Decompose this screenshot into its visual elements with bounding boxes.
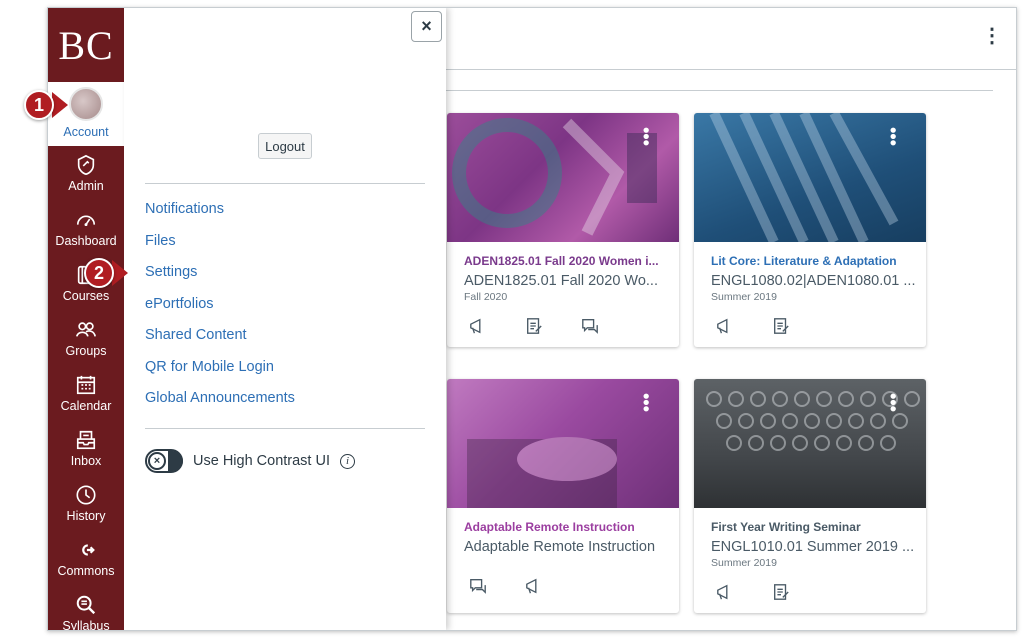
nav-item-groups[interactable]: Groups <box>48 311 124 366</box>
admin-icon <box>77 154 95 176</box>
card-title[interactable]: First Year Writing Seminar <box>711 520 926 534</box>
toggle-track <box>168 451 183 471</box>
announcements-icon[interactable] <box>716 317 734 335</box>
nav-label: Syllabus <box>62 619 110 631</box>
card-options-icon[interactable]: ••• <box>883 127 903 146</box>
logout-button[interactable]: Logout <box>258 133 312 159</box>
close-tray-button[interactable]: × <box>411 11 442 42</box>
dashboard-icon <box>76 215 96 227</box>
callout-pointer <box>52 92 68 118</box>
announcements-icon[interactable] <box>525 577 543 595</box>
groups-icon <box>76 322 96 337</box>
card-code: ENGL1010.01 Summer 2019 ... <box>711 539 915 555</box>
divider <box>145 183 425 184</box>
link-qr-mobile-login[interactable]: QR for Mobile Login <box>145 359 295 391</box>
card-hero-image: ••• <box>447 113 679 242</box>
card-title[interactable]: ADEN1825.01 Fall 2020 Women i... <box>464 254 679 268</box>
course-card[interactable]: ••• Lit Core: Literature & Adaptation EN… <box>694 113 926 347</box>
nav-label: Courses <box>62 289 110 303</box>
link-global-announcements[interactable]: Global Announcements <box>145 390 295 422</box>
card-title[interactable]: Lit Core: Literature & Adaptation <box>711 254 926 268</box>
nav-label: Account <box>63 125 109 139</box>
callout-badge: 2 <box>84 258 114 288</box>
discussions-icon[interactable] <box>469 577 487 595</box>
nav-item-commons[interactable]: Commons <box>48 531 124 586</box>
course-card[interactable]: ••• First Year Writing Seminar ENGL1010.… <box>694 379 926 613</box>
dashboard-options-icon[interactable]: ⋮ <box>982 26 1002 46</box>
nav-label: Calendar <box>60 399 112 413</box>
card-code: ADEN1825.01 Fall 2020 Wo... <box>464 273 658 289</box>
link-eportfolios[interactable]: ePortfolios <box>145 296 295 328</box>
link-settings[interactable]: Settings <box>145 264 295 296</box>
avatar <box>69 87 103 121</box>
toggle-off-icon: × <box>148 452 166 470</box>
account-tray: × Logout Notifications Files Settings eP… <box>124 8 446 630</box>
institution-logo[interactable]: BC <box>48 8 124 82</box>
assignments-icon[interactable] <box>772 583 790 601</box>
high-contrast-label: Use High Contrast UI <box>193 453 330 469</box>
link-files[interactable]: Files <box>145 233 295 265</box>
course-card[interactable]: ••• ADEN1825.01 Fall 2020 Women i... ADE… <box>447 113 679 347</box>
calendar-icon <box>76 375 96 395</box>
nav-item-syllabus[interactable]: Syllabus <box>48 586 124 631</box>
assignments-icon[interactable] <box>525 317 543 335</box>
card-code: ENGL1080.02|ADEN1080.01 ... <box>711 273 916 289</box>
high-contrast-toggle[interactable]: × <box>145 449 183 473</box>
card-title[interactable]: Adaptable Remote Instruction <box>464 520 679 534</box>
nav-label: History <box>66 509 106 523</box>
nav-label: Inbox <box>70 454 102 468</box>
info-icon[interactable]: i <box>340 453 355 469</box>
syllabus-icon <box>76 595 96 615</box>
account-links: Notifications Files Settings ePortfolios… <box>145 201 295 422</box>
link-notifications[interactable]: Notifications <box>145 201 295 233</box>
card-term: Summer 2019 <box>711 291 777 303</box>
announcements-icon[interactable] <box>469 317 487 335</box>
card-hero-image: ••• <box>694 379 926 508</box>
divider <box>145 428 425 429</box>
nav-item-calendar[interactable]: Calendar <box>48 366 124 421</box>
nav-item-inbox[interactable]: Inbox <box>48 421 124 476</box>
card-hero-image: ••• <box>447 379 679 508</box>
nav-label: Commons <box>57 564 115 578</box>
announcements-icon[interactable] <box>716 583 734 601</box>
callout-badge: 1 <box>24 90 54 120</box>
card-code: Adaptable Remote Instruction <box>464 539 656 555</box>
card-options-icon[interactable]: ••• <box>636 127 656 146</box>
nav-item-admin[interactable]: Admin <box>48 146 124 201</box>
nav-label: Admin <box>68 179 104 193</box>
history-icon <box>76 485 96 505</box>
nav-label: Dashboard <box>55 234 117 248</box>
card-term: Summer 2019 <box>711 557 777 569</box>
callout-pointer <box>112 260 128 286</box>
high-contrast-row: × Use High Contrast UI i <box>145 449 355 473</box>
card-term: Fall 2020 <box>464 291 508 303</box>
nav-item-history[interactable]: History <box>48 476 124 531</box>
card-hero-image: ••• <box>694 113 926 242</box>
nav-item-dashboard[interactable]: Dashboard <box>48 201 124 256</box>
card-options-icon[interactable]: ••• <box>636 393 656 412</box>
course-card[interactable]: ••• Adaptable Remote Instruction Adaptab… <box>447 379 679 613</box>
discussions-icon[interactable] <box>581 317 599 335</box>
nav-label: Groups <box>65 344 107 358</box>
assignments-icon[interactable] <box>772 317 790 335</box>
link-shared-content[interactable]: Shared Content <box>145 327 295 359</box>
canvas-window: ⋮ ••• ADEN1825.01 Fall 2020 Women i... A… <box>47 7 1017 631</box>
card-options-icon[interactable]: ••• <box>883 393 903 412</box>
inbox-icon <box>76 430 96 450</box>
commons-icon <box>82 544 95 556</box>
